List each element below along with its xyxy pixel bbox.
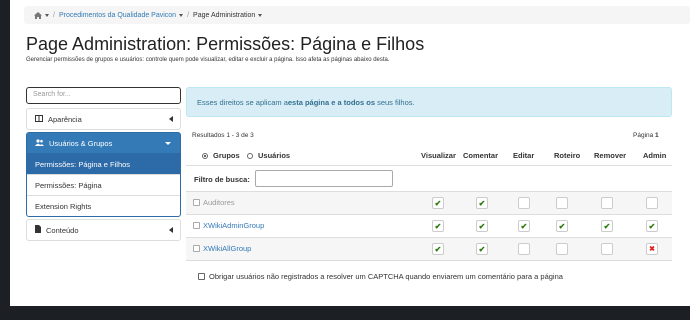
- filter-row: Filtro de busca:: [186, 166, 672, 192]
- filter-label: Filtro de busca:: [194, 175, 250, 184]
- chevron-down-icon[interactable]: [45, 13, 49, 17]
- column-view: Visualizar: [421, 151, 456, 160]
- table-row: XWikiAllGroup ✔ ✔ ✖: [186, 238, 672, 261]
- group-icon: [193, 199, 200, 206]
- allow-check-icon[interactable]: ✔: [432, 243, 444, 255]
- allow-check-icon[interactable]: ✔: [646, 220, 658, 232]
- right-checkbox[interactable]: [518, 243, 530, 255]
- allow-check-icon[interactable]: ✔: [476, 197, 488, 209]
- allow-check-icon[interactable]: ✔: [518, 220, 530, 232]
- right-checkbox[interactable]: [646, 197, 658, 209]
- group-name[interactable]: XWikiAllGroup: [203, 244, 251, 253]
- allow-check-icon[interactable]: ✔: [601, 220, 613, 232]
- column-groups: Grupos: [213, 151, 240, 160]
- group-icon: [193, 245, 200, 252]
- panel-content-label: Conteúdo: [46, 225, 79, 235]
- allow-check-icon[interactable]: ✔: [432, 220, 444, 232]
- chevron-down-icon[interactable]: [258, 13, 263, 17]
- right-checkbox[interactable]: [518, 197, 530, 209]
- filter-input[interactable]: [255, 170, 393, 187]
- breadcrumb: / Procedimentos da Qualidade Pavicon / P…: [24, 6, 690, 24]
- captcha-option[interactable]: Obrigar usuários não registrados a resol…: [198, 272, 563, 281]
- sidebar-item-page[interactable]: Permissões: Página: [27, 174, 180, 195]
- alert-text: Esses direitos se aplicam a: [197, 97, 288, 107]
- panel-appearance[interactable]: Aparência: [26, 108, 181, 130]
- table-row: Auditores ✔ ✔: [186, 192, 672, 215]
- column-edit: Editar: [513, 151, 535, 160]
- search-input[interactable]: Search for...: [26, 87, 181, 104]
- table-header: Grupos Usuários Visualizar Comentar Edit…: [186, 146, 672, 166]
- right-checkbox[interactable]: [601, 243, 613, 255]
- users-radio[interactable]: [247, 153, 253, 159]
- breadcrumb-item-space[interactable]: Procedimentos da Qualidade Pavicon: [59, 12, 176, 19]
- home-icon[interactable]: [34, 11, 42, 19]
- captcha-label: Obrigar usuários não registrados a resol…: [209, 272, 563, 281]
- table-row: XWikiAdminGroup ✔ ✔ ✔ ✔ ✔ ✔: [186, 215, 672, 238]
- page-number: 1: [655, 132, 659, 139]
- column-script: Roteiro: [554, 151, 581, 160]
- layout-icon: [35, 114, 43, 124]
- panel-appearance-label: Aparência: [48, 114, 82, 124]
- alert-bold-all: a todos os: [337, 97, 375, 107]
- column-comment: Comentar: [463, 151, 499, 160]
- page-title: Page Administration: Permissões: Página …: [26, 34, 425, 54]
- document-icon: [35, 225, 41, 235]
- right-checkbox[interactable]: [556, 243, 568, 255]
- breadcrumb-item-current[interactable]: Page Administration: [193, 12, 255, 19]
- right-checkbox[interactable]: [556, 197, 568, 209]
- alert-bold-this-page: esta página: [287, 97, 330, 107]
- page-label: Página: [633, 132, 656, 139]
- info-alert: Esses direitos se aplicam a esta página …: [186, 87, 672, 117]
- chevron-left-icon: [169, 116, 173, 122]
- sidebar-item-extension-rights[interactable]: Extension Rights: [27, 195, 180, 216]
- chevron-down-icon: [165, 142, 171, 145]
- alert-suffix: seus filhos.: [375, 97, 415, 107]
- allow-check-icon[interactable]: ✔: [476, 220, 488, 232]
- group-name[interactable]: Auditores: [203, 198, 235, 207]
- page-description: Gerenciar permissões de grupos e usuário…: [26, 57, 390, 63]
- group-name[interactable]: XWikiAdminGroup: [203, 221, 264, 230]
- right-checkbox[interactable]: [601, 197, 613, 209]
- chevron-down-icon[interactable]: [179, 13, 184, 17]
- users-icon: [35, 138, 44, 148]
- chevron-left-icon: [169, 227, 173, 233]
- allow-check-icon[interactable]: ✔: [476, 243, 488, 255]
- page: / Procedimentos da Qualidade Pavicon / P…: [10, 0, 690, 306]
- allow-check-icon[interactable]: ✔: [432, 197, 444, 209]
- captcha-checkbox[interactable]: [198, 273, 205, 280]
- column-users: Usuários: [258, 151, 291, 160]
- panel-users-groups[interactable]: Usuários & Grupos Permissões: Página e F…: [26, 132, 181, 217]
- allow-check-icon[interactable]: ✔: [556, 220, 568, 232]
- column-admin: Admin: [643, 151, 667, 160]
- results-count: Resultados 1 - 3 de 3: [192, 132, 254, 139]
- column-delete: Remover: [594, 151, 627, 160]
- deny-x-icon[interactable]: ✖: [646, 243, 658, 255]
- page-indicator: Página 1: [633, 132, 659, 139]
- sidebar-item-page-and-children[interactable]: Permissões: Página e Filhos: [27, 153, 180, 174]
- panel-content[interactable]: Conteúdo: [26, 219, 181, 241]
- alert-bold-and: e: [329, 97, 338, 107]
- group-icon: [193, 222, 200, 229]
- panel-users-groups-label: Usuários & Grupos: [49, 138, 113, 148]
- groups-radio[interactable]: [202, 153, 208, 159]
